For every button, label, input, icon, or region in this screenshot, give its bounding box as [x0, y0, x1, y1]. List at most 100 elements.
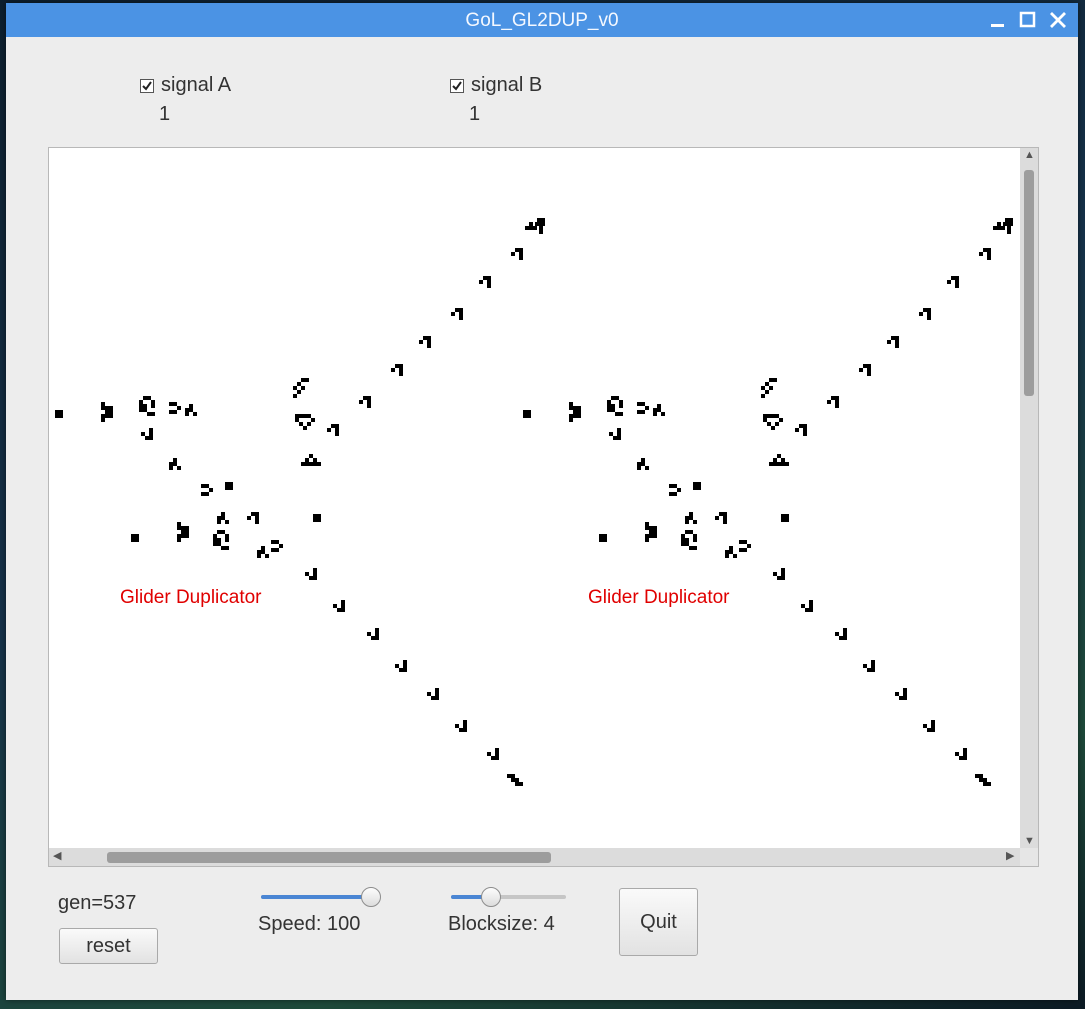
live-cell [895, 336, 899, 340]
live-cell [189, 404, 193, 408]
scroll-right-arrow-icon[interactable]: ▶ [1006, 851, 1014, 862]
blocksize-slider-handle[interactable] [481, 887, 501, 907]
live-cell [867, 668, 871, 672]
live-cell [297, 390, 301, 394]
scroll-left-arrow-icon[interactable]: ◀ [53, 851, 61, 862]
live-cell [297, 382, 301, 386]
live-cell [569, 402, 573, 406]
live-cell [803, 424, 807, 428]
live-cell [135, 538, 139, 542]
live-cell [617, 428, 621, 432]
live-cell [293, 394, 297, 398]
quit-button[interactable]: Quit [619, 888, 698, 956]
vertical-scroll-thumb[interactable] [1024, 170, 1034, 396]
live-cell [487, 284, 491, 288]
live-cell [151, 400, 155, 404]
live-cell [693, 520, 697, 524]
horizontal-scroll-thumb[interactable] [107, 852, 551, 863]
live-cell [891, 336, 895, 340]
live-cell [271, 540, 275, 544]
horizontal-scrollbar[interactable]: ◀ ▶ [49, 848, 1022, 866]
live-cell [763, 418, 767, 422]
checkbox-checked-icon[interactable] [450, 78, 464, 93]
live-cell [769, 462, 773, 466]
live-cell [403, 668, 407, 672]
live-cell [149, 436, 153, 440]
live-cell [1001, 226, 1005, 230]
live-cell [169, 462, 173, 466]
live-cell [785, 462, 789, 466]
live-cell [835, 396, 839, 400]
live-cell [177, 466, 181, 470]
checkbox-checked-icon[interactable] [140, 78, 154, 93]
minimize-button[interactable] [986, 8, 1010, 32]
life-grid-canvas[interactable] [49, 148, 1022, 850]
live-cell [871, 664, 875, 668]
live-cell [341, 608, 345, 612]
close-button[interactable] [1046, 8, 1070, 32]
live-cell [529, 226, 533, 230]
signal-b-checkbox[interactable]: signal B [450, 74, 542, 97]
live-cell [771, 414, 775, 418]
live-cell [577, 410, 581, 414]
live-cell [255, 516, 259, 520]
live-cell [919, 312, 923, 316]
live-cell [317, 462, 321, 466]
live-cell [491, 756, 495, 760]
live-cell [779, 418, 783, 422]
live-cell [143, 404, 147, 408]
live-cell [225, 486, 229, 490]
live-cell [221, 516, 225, 520]
live-cell [177, 534, 181, 538]
live-cell [275, 540, 279, 544]
live-cell [335, 432, 339, 436]
live-cell [327, 428, 331, 432]
live-cell [147, 412, 151, 416]
live-cell [463, 728, 467, 732]
live-cell [225, 538, 229, 542]
live-cell [101, 402, 105, 406]
live-cell [143, 408, 147, 412]
title-bar[interactable]: GoL_GL2DUP_v0 [6, 3, 1078, 37]
live-cell [603, 538, 607, 542]
live-cell [669, 492, 673, 496]
live-cell [205, 484, 209, 488]
live-cell [335, 428, 339, 432]
live-cell [539, 230, 543, 234]
live-cell [209, 488, 213, 492]
live-cell [395, 664, 399, 668]
scroll-up-arrow-icon[interactable]: ▲ [1024, 150, 1035, 161]
live-cell [201, 492, 205, 496]
live-cell [975, 774, 979, 778]
live-cell [313, 458, 317, 462]
live-cell [395, 364, 399, 368]
live-cell [399, 372, 403, 376]
live-cell [515, 782, 519, 786]
live-cell [1007, 226, 1011, 230]
blocksize-slider[interactable] [451, 887, 569, 909]
maximize-button[interactable] [1016, 8, 1040, 32]
reset-button[interactable]: reset [59, 928, 158, 964]
live-cell [59, 414, 63, 418]
live-cell [225, 546, 229, 550]
live-cell [519, 252, 523, 256]
live-cell [337, 608, 341, 612]
live-cell [367, 632, 371, 636]
live-cell [863, 664, 867, 668]
live-cell [257, 554, 261, 558]
speed-slider-handle[interactable] [361, 887, 381, 907]
live-cell [479, 280, 483, 284]
signal-a-checkbox[interactable]: signal A [140, 74, 231, 97]
live-cell [611, 404, 615, 408]
live-cell [895, 340, 899, 344]
scroll-corner [1020, 848, 1038, 866]
vertical-scrollbar[interactable]: ▲ ▼ [1020, 148, 1038, 850]
speed-slider[interactable] [261, 887, 381, 909]
live-cell [139, 404, 143, 408]
live-cell [927, 728, 931, 732]
live-cell [169, 410, 173, 414]
live-cell [693, 546, 697, 550]
scroll-down-arrow-icon[interactable]: ▼ [1024, 836, 1035, 847]
live-cell [661, 412, 665, 416]
live-cell [987, 252, 991, 256]
